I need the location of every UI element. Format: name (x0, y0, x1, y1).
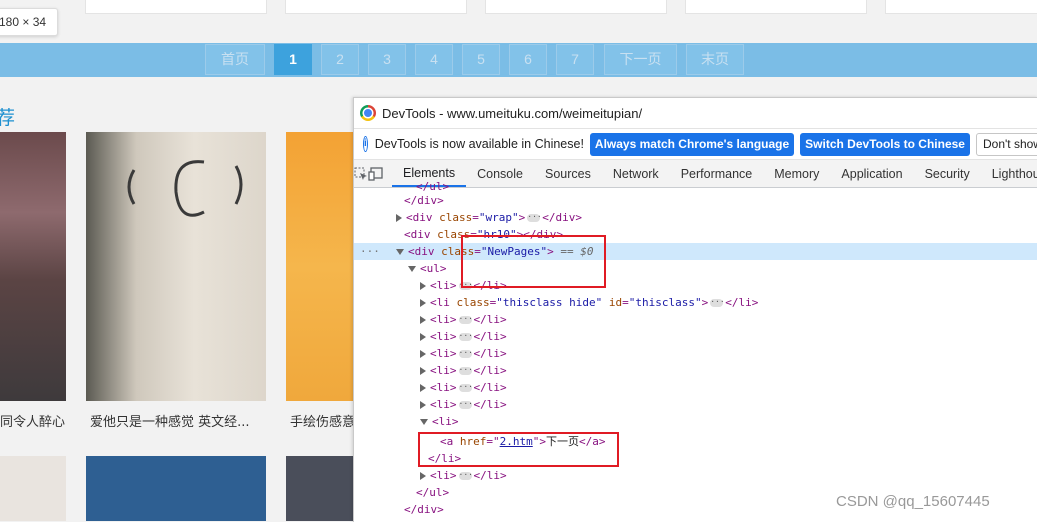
switch-to-chinese-button[interactable]: Switch DevTools to Chinese (800, 132, 970, 156)
expand-arrow-icon[interactable] (420, 282, 426, 290)
expand-arrow-icon[interactable] (420, 350, 426, 358)
expand-arrow-icon[interactable] (420, 299, 426, 307)
ellipsis-icon[interactable]: ··· (458, 383, 473, 392)
page-5[interactable]: 5 (462, 44, 500, 75)
dom-node[interactable]: <li> (420, 413, 1037, 430)
more-options-icon[interactable]: ··· (360, 243, 380, 260)
expand-arrow-icon[interactable] (420, 384, 426, 392)
card-image[interactable] (86, 132, 266, 401)
top-card[interactable] (485, 0, 667, 14)
collapse-arrow-icon[interactable] (396, 249, 404, 255)
page-2[interactable]: 2 (321, 44, 359, 75)
expand-arrow-icon[interactable] (420, 333, 426, 341)
devtools-title: DevTools - www.umeituku.com/weimeitupian… (382, 105, 643, 121)
ellipsis-icon[interactable]: ··· (458, 332, 473, 341)
top-card[interactable] (885, 0, 1037, 14)
card-caption[interactable]: 手绘伤感意 (290, 411, 353, 430)
pagination-bar: 首页 1 2 3 4 5 6 7 下一页 末页 (0, 43, 1037, 77)
expand-arrow-icon[interactable] (396, 214, 402, 222)
expand-arrow-icon[interactable] (420, 367, 426, 375)
infobar-message: DevTools is now available in Chinese! (374, 137, 584, 151)
info-icon: i (363, 136, 368, 152)
page-1-active[interactable]: 1 (274, 44, 312, 75)
ellipsis-icon[interactable]: ··· (527, 213, 542, 222)
devtools-titlebar: DevTools - www.umeituku.com/weimeitupian… (354, 98, 1037, 129)
ellipsis-icon[interactable]: ··· (458, 400, 473, 409)
dom-node[interactable]: <li> ···</li> (420, 328, 1037, 345)
collapse-arrow-icon[interactable] (408, 266, 416, 272)
page-3[interactable]: 3 (368, 44, 406, 75)
card-caption[interactable]: 同令人醉心 (0, 411, 66, 430)
always-match-language-button[interactable]: Always match Chrome's language (589, 132, 795, 156)
element-size-tooltip: 180 × 34 (0, 8, 58, 36)
card-caption[interactable]: 爱他只是一种感觉 英文经... (90, 411, 266, 430)
card-image[interactable] (0, 132, 66, 401)
dom-node[interactable]: <li class="thisclass hide" id="thisclass… (420, 294, 1037, 311)
ellipsis-icon[interactable]: ··· (458, 349, 473, 358)
dom-node[interactable]: <li> ···</li> (420, 311, 1037, 328)
page-first[interactable]: 首页 (205, 44, 265, 75)
dom-node[interactable]: <li> ···</li> (420, 345, 1037, 362)
dom-node[interactable]: </div> (404, 192, 1037, 209)
ellipsis-icon[interactable]: ··· (710, 298, 725, 307)
card-image[interactable] (86, 456, 266, 521)
page-last[interactable]: 末页 (686, 44, 744, 75)
page-7[interactable]: 7 (556, 44, 594, 75)
dom-node[interactable]: <li> ···</li> (420, 362, 1037, 379)
top-card[interactable] (285, 0, 467, 14)
top-card-row (0, 0, 1037, 14)
dont-show-again-button[interactable]: Don't show again (975, 132, 1037, 156)
collapse-arrow-icon[interactable] (420, 419, 428, 425)
dom-node[interactable]: <li> ···</li> (420, 379, 1037, 396)
expand-arrow-icon[interactable] (420, 472, 426, 480)
card-image[interactable] (286, 456, 354, 521)
dom-node-selected[interactable]: ··· <div class="NewPages"> == $0 (354, 243, 1037, 260)
top-card[interactable] (685, 0, 867, 14)
chrome-icon (360, 105, 376, 121)
device-toolbar-icon[interactable] (368, 160, 384, 187)
language-infobar: i DevTools is now available in Chinese! … (354, 129, 1037, 160)
dom-node[interactable]: <div class="wrap"> ···</div> (396, 209, 1037, 226)
dom-tree: </ul> </div> <div class="wrap"> ···</div>… (354, 180, 1037, 522)
ellipsis-icon[interactable]: ··· (458, 471, 473, 480)
card-image[interactable] (286, 132, 354, 401)
ellipsis-icon[interactable]: ··· (458, 315, 473, 324)
top-card[interactable] (85, 0, 267, 14)
page-next[interactable]: 下一页 (604, 44, 677, 75)
watermark: CSDN @qq_15607445 (836, 493, 990, 510)
dom-node[interactable]: <li> ···</li> (420, 396, 1037, 413)
annotation-highlight-newpages (461, 235, 606, 288)
expand-arrow-icon[interactable] (420, 316, 426, 324)
handwriting-image-content (127, 160, 243, 217)
dom-node[interactable]: <li> ···</li> (420, 467, 1037, 484)
expand-arrow-icon[interactable] (420, 401, 426, 409)
page-4[interactable]: 4 (415, 44, 453, 75)
card-image[interactable] (0, 456, 66, 521)
annotation-highlight-next-link (418, 432, 619, 467)
devtools-window: DevTools - www.umeituku.com/weimeitupian… (353, 97, 1037, 522)
section-title: 荐 (0, 107, 16, 129)
inspect-element-icon[interactable] (354, 160, 368, 187)
page-6[interactable]: 6 (509, 44, 547, 75)
ellipsis-icon[interactable]: ··· (458, 366, 473, 375)
